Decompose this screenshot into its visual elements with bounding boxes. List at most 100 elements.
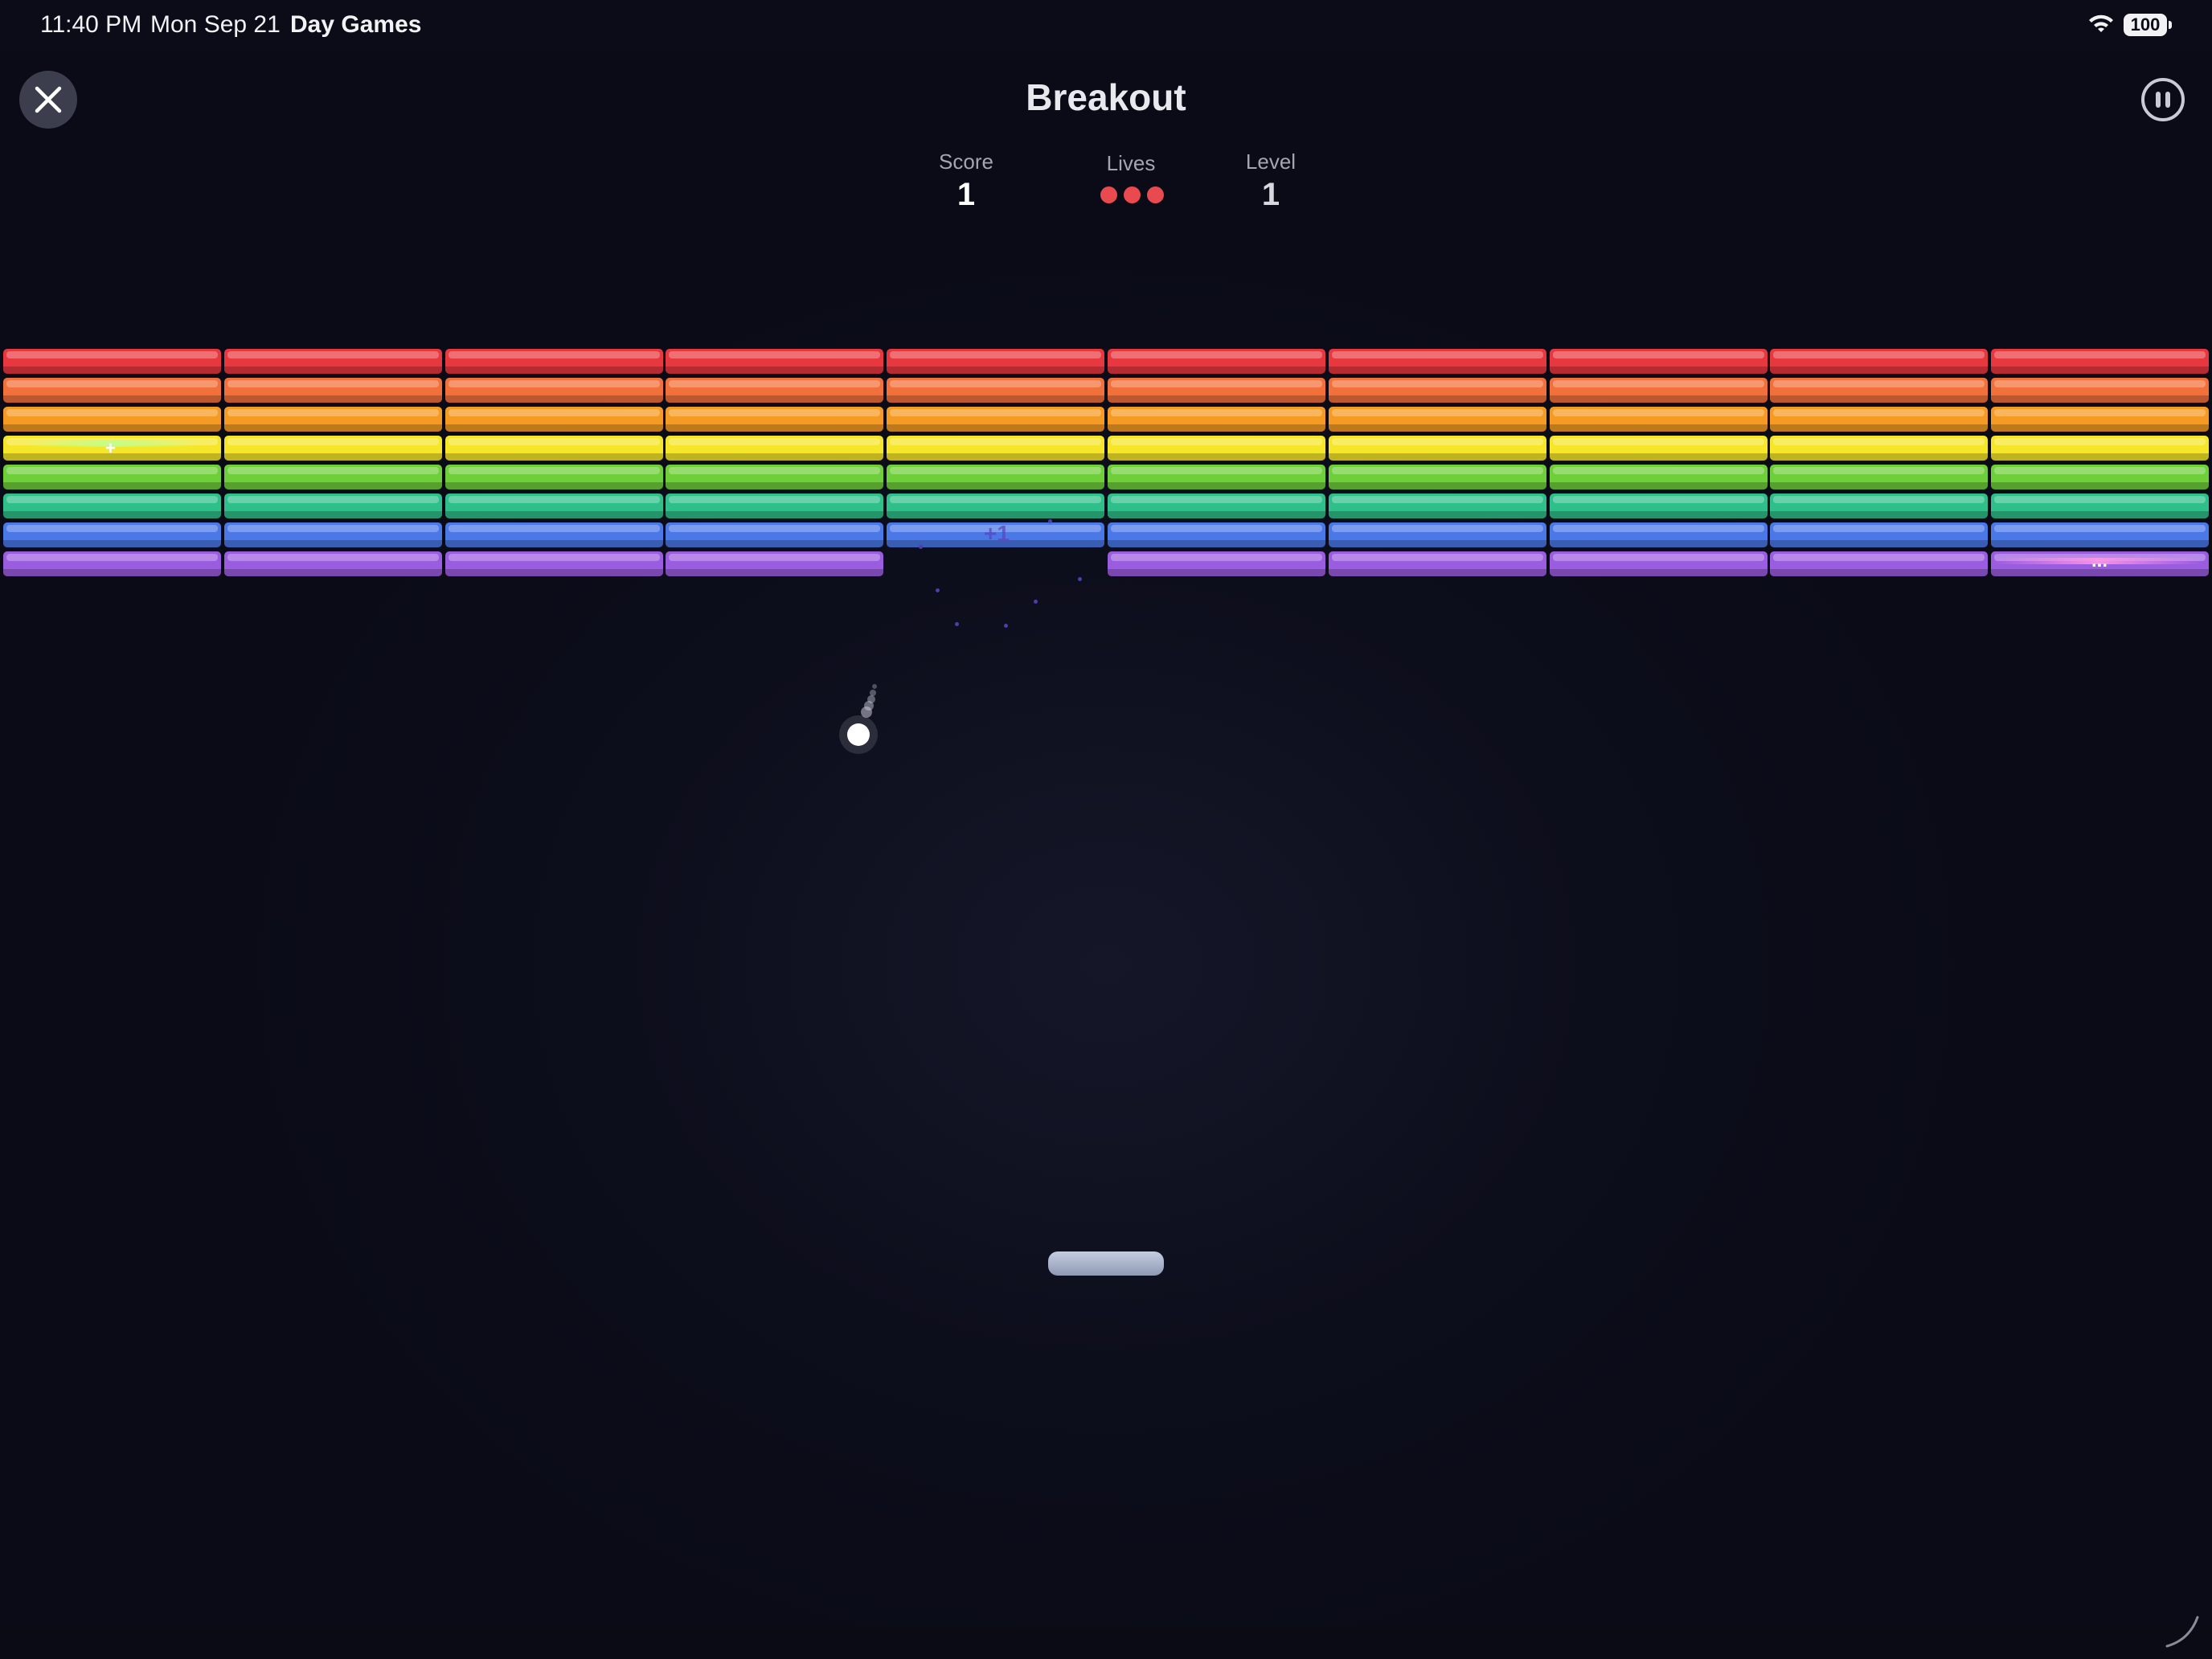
brick-shadow <box>1991 395 2209 403</box>
brick-highlight <box>449 554 660 561</box>
brick-shadow <box>666 482 883 490</box>
brick-shadow <box>1550 569 1768 576</box>
brick-shadow <box>3 482 221 490</box>
brick-amber <box>1108 407 1325 432</box>
brick-shadow <box>3 367 221 374</box>
brick-shadow <box>1550 395 1768 403</box>
brick-shadow <box>1108 367 1325 374</box>
brick-yellow <box>445 436 663 461</box>
resize-handle-icon <box>2165 1616 2199 1648</box>
debris-particle <box>919 545 923 549</box>
brick-highlight <box>1994 467 2206 474</box>
brick-shadow <box>1329 540 1546 547</box>
brick-shadow <box>666 453 883 461</box>
brick-highlight <box>1553 525 1764 532</box>
brick-shadow <box>887 511 1104 518</box>
brick-yellow <box>666 436 883 461</box>
brick-highlight <box>227 438 439 445</box>
brick-yellow <box>1108 436 1325 461</box>
paddle[interactable] <box>1048 1251 1164 1276</box>
brick-highlight <box>1994 438 2206 445</box>
brick-shadow <box>1108 424 1325 432</box>
brick-shadow <box>1991 540 2209 547</box>
brick-purple <box>666 551 883 576</box>
brick-highlight <box>1111 380 1322 387</box>
brick-shadow <box>224 395 442 403</box>
brick-teal <box>887 494 1104 518</box>
brick-highlight <box>449 496 660 503</box>
brick-shadow <box>1108 482 1325 490</box>
brick-teal <box>1108 494 1325 518</box>
brick-highlight <box>1111 409 1322 416</box>
brick-highlight <box>1332 496 1543 503</box>
brick-shadow <box>445 453 663 461</box>
brick-shadow <box>1329 395 1546 403</box>
brick-highlight <box>6 554 218 561</box>
brick-highlight <box>227 467 439 474</box>
brick-highlight <box>6 409 218 416</box>
brick-shadow <box>3 424 221 432</box>
brick-highlight <box>449 525 660 532</box>
brick-shadow <box>1770 367 1988 374</box>
brick-shadow <box>1991 453 2209 461</box>
brick-highlight <box>449 438 660 445</box>
brick-yellow <box>1329 436 1546 461</box>
brick-highlight <box>1553 496 1764 503</box>
brick-shadow <box>445 367 663 374</box>
brick-shadow <box>887 367 1104 374</box>
brick-shadow <box>1329 511 1546 518</box>
brick-highlight <box>227 525 439 532</box>
brick-shadow <box>224 511 442 518</box>
ball <box>847 723 870 746</box>
brick-red <box>1991 349 2209 374</box>
brick-amber <box>224 407 442 432</box>
brick-teal <box>224 494 442 518</box>
brick-blue <box>3 522 221 547</box>
brick-red <box>224 349 442 374</box>
brick-highlight <box>449 409 660 416</box>
sparkle-marker: + <box>105 438 116 458</box>
brick-highlight <box>1332 380 1543 387</box>
brick-highlight <box>1553 554 1764 561</box>
brick-teal <box>445 494 663 518</box>
brick-highlight <box>6 525 218 532</box>
brick-green <box>1329 465 1546 490</box>
brick-shadow <box>224 540 442 547</box>
brick-highlight <box>1994 380 2206 387</box>
brick-highlight <box>227 351 439 358</box>
brick-highlight <box>6 380 218 387</box>
brick-highlight <box>1773 496 1985 503</box>
brick-shadow <box>887 424 1104 432</box>
brick-blue <box>1329 522 1546 547</box>
debris-particle <box>1048 519 1052 523</box>
brick-red <box>666 349 883 374</box>
brick-orange <box>445 378 663 403</box>
brick-highlight <box>1773 554 1985 561</box>
brick-green <box>887 465 1104 490</box>
brick-purple <box>1550 551 1768 576</box>
brick-highlight <box>227 554 439 561</box>
brick-highlight <box>1111 438 1322 445</box>
brick-yellow <box>1550 436 1768 461</box>
brick-highlight <box>6 496 218 503</box>
brick-orange <box>1108 378 1325 403</box>
brick-green <box>1550 465 1768 490</box>
brick-highlight <box>1553 438 1764 445</box>
brick-blue <box>1770 522 1988 547</box>
brick-shadow <box>3 511 221 518</box>
brick-highlight <box>669 438 880 445</box>
brick-highlight <box>1332 351 1543 358</box>
brick-highlight <box>1111 496 1322 503</box>
debris-particle <box>1078 577 1082 581</box>
brick-blue <box>1991 522 2209 547</box>
brick-highlight <box>227 380 439 387</box>
brick-shadow <box>1991 482 2209 490</box>
brick-shadow <box>445 569 663 576</box>
brick-shadow <box>1770 569 1988 576</box>
brick-highlight <box>669 467 880 474</box>
brick-shadow <box>3 540 221 547</box>
brick-highlight <box>6 351 218 358</box>
brick-red <box>445 349 663 374</box>
brick-highlight <box>890 496 1101 503</box>
brick-red <box>3 349 221 374</box>
